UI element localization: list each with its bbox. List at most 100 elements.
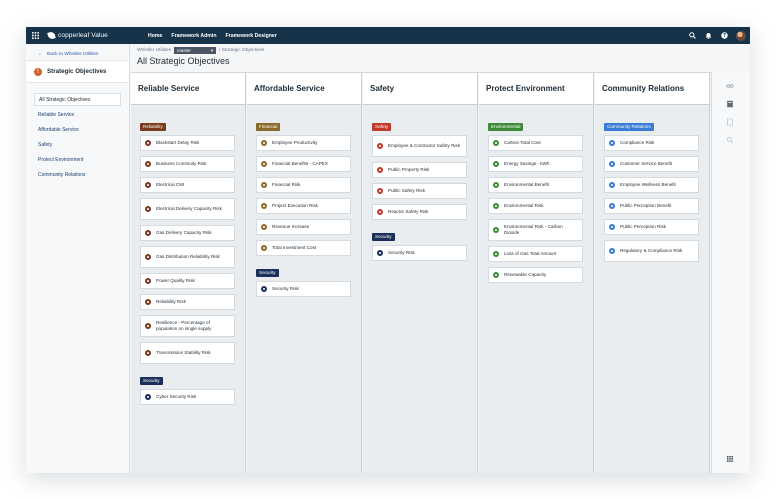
link-icon[interactable] xyxy=(725,81,734,90)
objective-card[interactable]: Electrical CMI xyxy=(140,177,235,193)
book-icon[interactable] xyxy=(725,99,734,108)
objective-card[interactable]: Employee & Contractor Safety Risk xyxy=(372,135,467,157)
objective-card[interactable]: Renewable Capacity xyxy=(488,267,583,283)
objective-type-icon xyxy=(609,248,615,254)
objective-type-icon xyxy=(145,140,151,146)
objective-type-icon xyxy=(493,161,499,167)
page-title: All Strategic Objectives xyxy=(137,56,230,66)
objective-card[interactable]: Employee Productivity xyxy=(256,135,351,151)
objective-card[interactable]: Public Perception Benefit xyxy=(604,198,699,214)
objective-card-label: Loss of Gas Total Amount xyxy=(504,251,557,256)
objective-card-label: Public Perception Risk xyxy=(620,224,666,229)
objective-type-icon xyxy=(377,188,383,194)
objective-card[interactable]: Reliability Risk xyxy=(140,294,235,310)
objective-card[interactable]: Resilience - Percentage of population on… xyxy=(140,315,235,337)
main-content: Whistler Utilities master ▾ / Strategic … xyxy=(131,44,750,473)
nav-framework-designer[interactable]: Framework Designer xyxy=(226,33,277,39)
objective-card[interactable]: Cyber Security Risk xyxy=(140,389,235,405)
objective-card[interactable]: Gas Distribution Reliability Risk xyxy=(140,246,235,268)
column-title: Protect Environment xyxy=(479,73,593,105)
objective-card[interactable]: Reactor Safety Risk xyxy=(372,204,467,220)
objective-card[interactable]: Loss of Gas Total Amount xyxy=(488,246,583,262)
objective-card[interactable]: Employee Wellness Benefit xyxy=(604,177,699,193)
column-title: Safety xyxy=(363,73,477,105)
avatar[interactable] xyxy=(736,30,746,41)
objective-card[interactable]: Public Perception Risk xyxy=(604,219,699,235)
objectives-board: Reliable Service Reliability Blackstart De… xyxy=(131,72,711,473)
objective-card[interactable]: Environmental Benefit xyxy=(488,177,583,193)
objective-card-label: Public Safety Risk xyxy=(388,188,426,193)
leaf-icon xyxy=(47,31,56,40)
objective-type-icon xyxy=(493,203,499,209)
objective-card-label: Transmission Stability Risk xyxy=(156,350,211,355)
objective-card[interactable]: Security Risk xyxy=(256,281,351,297)
objective-card-label: Employee & Contractor Safety Risk xyxy=(388,143,460,148)
brand-name: copperleaf Value xyxy=(58,32,108,39)
objective-type-icon xyxy=(145,299,151,305)
objective-type-icon xyxy=(377,250,383,256)
objective-type-icon xyxy=(609,140,615,146)
document-icon[interactable] xyxy=(725,117,734,126)
column: Affordable Service Financial Employee Prod… xyxy=(247,73,362,473)
sidebar-item-all[interactable]: All Strategic Objectives xyxy=(34,93,121,106)
column-body: Safety Employee & Contractor Safety Risk P… xyxy=(363,105,477,261)
column-title: Community Relations xyxy=(595,73,709,105)
objective-card-label: Reactor Safety Risk xyxy=(388,209,429,214)
sidebar-item-protect-environment[interactable]: Protect Environment xyxy=(34,153,121,168)
objective-card[interactable]: Revenue Increase xyxy=(256,219,351,235)
objective-card-label: Environmental Risk - Carbon Dioxide xyxy=(504,224,563,235)
objective-card[interactable]: Total Investment Cost xyxy=(256,240,351,256)
branch-select[interactable]: master ▾ xyxy=(174,47,217,54)
objective-type-icon xyxy=(145,254,151,260)
objective-card[interactable]: Electrical Delivery Capacity Risk xyxy=(140,198,235,220)
search-doc-icon[interactable] xyxy=(725,135,734,144)
breadcrumb-root[interactable]: Whistler Utilities xyxy=(137,48,171,53)
objective-card[interactable]: Business Continuity Risk xyxy=(140,156,235,172)
objective-card[interactable]: Public Property Risk xyxy=(372,162,467,178)
objective-card-label: Total Investment Cost xyxy=(272,245,317,250)
objective-card[interactable]: Customer Service Benefit xyxy=(604,156,699,172)
objective-card[interactable]: Power Quality Risk xyxy=(140,273,235,289)
objective-card[interactable]: Gas Delivery Capacity Risk xyxy=(140,225,235,241)
objective-card[interactable]: Environmental Risk - Carbon Dioxide xyxy=(488,219,583,241)
column-body: Community Relations Compliance Risk Custom… xyxy=(595,105,709,262)
section-header: ! Strategic Objectives xyxy=(26,60,129,83)
objective-card[interactable]: Compliance Risk xyxy=(604,135,699,151)
objective-card[interactable]: Environmental Risk xyxy=(488,198,583,214)
help-icon[interactable]: ? xyxy=(720,31,729,40)
objective-type-icon xyxy=(377,167,383,173)
brand-logo[interactable]: copperleaf Value xyxy=(47,31,148,40)
sidebar-item-community-relations[interactable]: Community Relations xyxy=(34,168,121,183)
sidebar-item-reliable-service[interactable]: Reliable Service xyxy=(34,108,121,123)
nav-framework-admin[interactable]: Framework Admin xyxy=(171,33,216,39)
column: Safety Safety Employee & Contractor Safety… xyxy=(363,73,478,473)
grid-icon[interactable] xyxy=(28,27,42,44)
objective-card[interactable]: Carbon Total Cost xyxy=(488,135,583,151)
objective-card[interactable]: Public Safety Risk xyxy=(372,183,467,199)
objective-card-label: Financial Risk xyxy=(272,182,301,187)
bell-icon[interactable] xyxy=(704,31,713,40)
column-title: Affordable Service xyxy=(247,73,361,105)
search-icon[interactable] xyxy=(688,31,697,40)
back-link[interactable]: ← Back to Whistler Utilities xyxy=(26,44,129,58)
objective-card[interactable]: Financial Benefits - CAPEX xyxy=(256,156,351,172)
objective-type-icon xyxy=(145,323,151,329)
objective-card[interactable]: Energy Savings - kWh xyxy=(488,156,583,172)
objective-type-icon xyxy=(377,143,383,149)
objective-card[interactable]: Project Execution Risk xyxy=(256,198,351,214)
objective-type-icon xyxy=(377,209,383,215)
objective-card[interactable]: Regulatory & Compliance Risk xyxy=(604,240,699,262)
objective-card[interactable]: Transmission Stability Risk xyxy=(140,342,235,364)
objective-card[interactable]: Security Risk xyxy=(372,245,467,261)
objective-card-label: Public Perception Benefit xyxy=(620,203,672,208)
objective-card[interactable]: Blackstart Delay Risk xyxy=(140,135,235,151)
sidebar-item-safety[interactable]: Safety xyxy=(34,138,121,153)
objective-card-label: Financial Benefits - CAPEX xyxy=(272,161,328,166)
sidebar-item-affordable-service[interactable]: Affordable Service xyxy=(34,123,121,138)
objective-type-icon xyxy=(261,224,267,230)
category-tag: Community Relations xyxy=(604,123,654,131)
grid-small-icon[interactable] xyxy=(725,454,734,463)
objective-card[interactable]: Financial Risk xyxy=(256,177,351,193)
nav-home[interactable]: Home xyxy=(148,33,162,39)
objective-type-icon xyxy=(261,245,267,251)
